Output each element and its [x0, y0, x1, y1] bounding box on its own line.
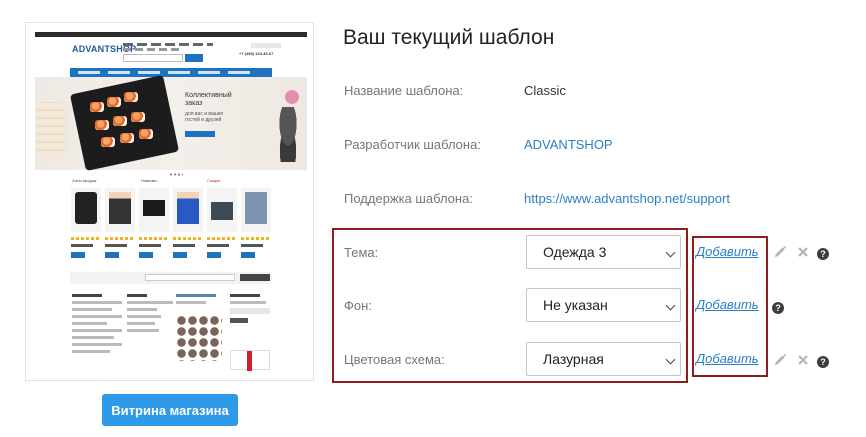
- question-icon[interactable]: ?: [817, 248, 829, 260]
- add-theme-link[interactable]: Добавить: [696, 244, 759, 259]
- preview-price: [139, 244, 161, 247]
- preview-product-card: [71, 188, 101, 232]
- preview-sushi-image: [101, 137, 115, 147]
- template-settings-page: ADVANTSHOP +7 (495) 123-45-67 Коллективн: [0, 0, 866, 437]
- preview-product-card: [207, 188, 237, 232]
- preview-search: [123, 54, 183, 62]
- preview-price: [241, 244, 263, 247]
- preview-towel-image: [37, 102, 65, 157]
- preview-sushi-image: [113, 116, 127, 126]
- template-preview: ADVANTSHOP +7 (495) 123-45-67 Коллективн: [25, 22, 314, 381]
- preview-product-card: [105, 188, 135, 232]
- preview-price: [71, 244, 93, 247]
- preview-banner-title: Коллективный заказ: [185, 92, 232, 107]
- preview-rating: [173, 237, 201, 240]
- template-name-label: Название шаблона:: [344, 83, 464, 98]
- preview-poll-column: [127, 290, 173, 368]
- preview-topbar: [35, 32, 307, 37]
- preview-price: [105, 244, 127, 247]
- preview-buy-button: [173, 252, 187, 258]
- color-scheme-select[interactable]: Лазурная: [526, 342, 681, 376]
- storefront-button[interactable]: Витрина магазина: [102, 394, 238, 426]
- add-color-scheme-link[interactable]: Добавить: [696, 351, 759, 366]
- preview-sushi-image: [131, 112, 145, 122]
- color-scheme-select-value: Лазурная: [543, 351, 604, 367]
- preview-section-title: Хиты продаж: [72, 178, 97, 183]
- question-icon[interactable]: ?: [772, 302, 784, 314]
- preview-banner-button: [185, 131, 215, 137]
- preview-subscribe-input: [145, 274, 235, 281]
- template-name-value: Classic: [524, 83, 566, 98]
- preview-price: [173, 244, 195, 247]
- preview-orchid-image: [285, 90, 299, 104]
- pencil-icon[interactable]: [773, 353, 787, 367]
- preview-buy-button: [139, 252, 153, 258]
- preview-product-card: [241, 188, 271, 232]
- preview-sushi-image: [95, 120, 109, 130]
- preview-search-button: [185, 54, 203, 62]
- question-icon[interactable]: ?: [817, 356, 829, 368]
- preview-banner-subtitle: для вас и ваших гостей и друзей: [185, 111, 224, 123]
- preview-news-column: [72, 290, 122, 368]
- background-select[interactable]: Не указан: [526, 288, 681, 322]
- preview-sushi-image: [90, 102, 104, 112]
- close-icon[interactable]: [797, 246, 809, 258]
- preview-section-title: Скидки: [207, 178, 221, 183]
- pencil-icon[interactable]: [773, 245, 787, 259]
- preview-section-title: Новинки: [141, 178, 157, 183]
- template-preview-screenshot: ADVANTSHOP +7 (495) 123-45-67 Коллективн: [35, 32, 307, 372]
- page-title: Ваш текущий шаблон: [343, 26, 555, 49]
- theme-select[interactable]: Одежда 3: [526, 235, 681, 269]
- template-developer-link[interactable]: ADVANTSHOP: [524, 137, 613, 152]
- theme-label: Тема:: [344, 245, 379, 260]
- background-label: Фон:: [344, 298, 372, 313]
- preview-phone: +7 (495) 123-45-67: [239, 51, 274, 56]
- preview-sushi-image: [139, 129, 153, 139]
- preview-stones-image: [273, 107, 303, 162]
- theme-select-value: Одежда 3: [543, 244, 607, 260]
- preview-sushi-image: [124, 92, 138, 102]
- preview-gift-image: [230, 350, 270, 371]
- color-scheme-label: Цветовая схема:: [344, 352, 445, 367]
- preview-rating: [71, 237, 99, 240]
- preview-buy-button: [241, 252, 255, 258]
- preview-rating: [241, 237, 269, 240]
- preview-subscribe-button: [240, 274, 270, 281]
- template-developer-label: Разработчик шаблона:: [344, 137, 481, 152]
- preview-social-avatars: [176, 315, 222, 361]
- preview-buy-button: [105, 252, 119, 258]
- preview-sushi-image: [120, 133, 134, 143]
- preview-buy-button: [207, 252, 221, 258]
- preview-buy-button: [71, 252, 85, 258]
- add-background-link[interactable]: Добавить: [696, 297, 759, 312]
- chevron-down-icon: [665, 247, 676, 258]
- preview-menu: [70, 68, 272, 77]
- preview-header-links: [123, 48, 183, 51]
- template-support-label: Поддержка шаблона:: [344, 191, 473, 206]
- chevron-down-icon: [665, 354, 676, 365]
- preview-header-links: [123, 43, 213, 46]
- preview-sushi-image: [107, 97, 121, 107]
- preview-product-card: [139, 188, 169, 232]
- chevron-down-icon: [665, 300, 676, 311]
- background-select-value: Не указан: [543, 297, 608, 313]
- preview-rating: [207, 237, 235, 240]
- preview-cart: [251, 43, 281, 48]
- preview-slider-dots: [169, 173, 183, 176]
- preview-rating: [139, 237, 167, 240]
- close-icon[interactable]: [797, 354, 809, 366]
- preview-rating: [105, 237, 133, 240]
- preview-price: [207, 244, 229, 247]
- template-support-link[interactable]: https://www.advantshop.net/support: [524, 191, 730, 206]
- preview-product-card: [173, 188, 203, 232]
